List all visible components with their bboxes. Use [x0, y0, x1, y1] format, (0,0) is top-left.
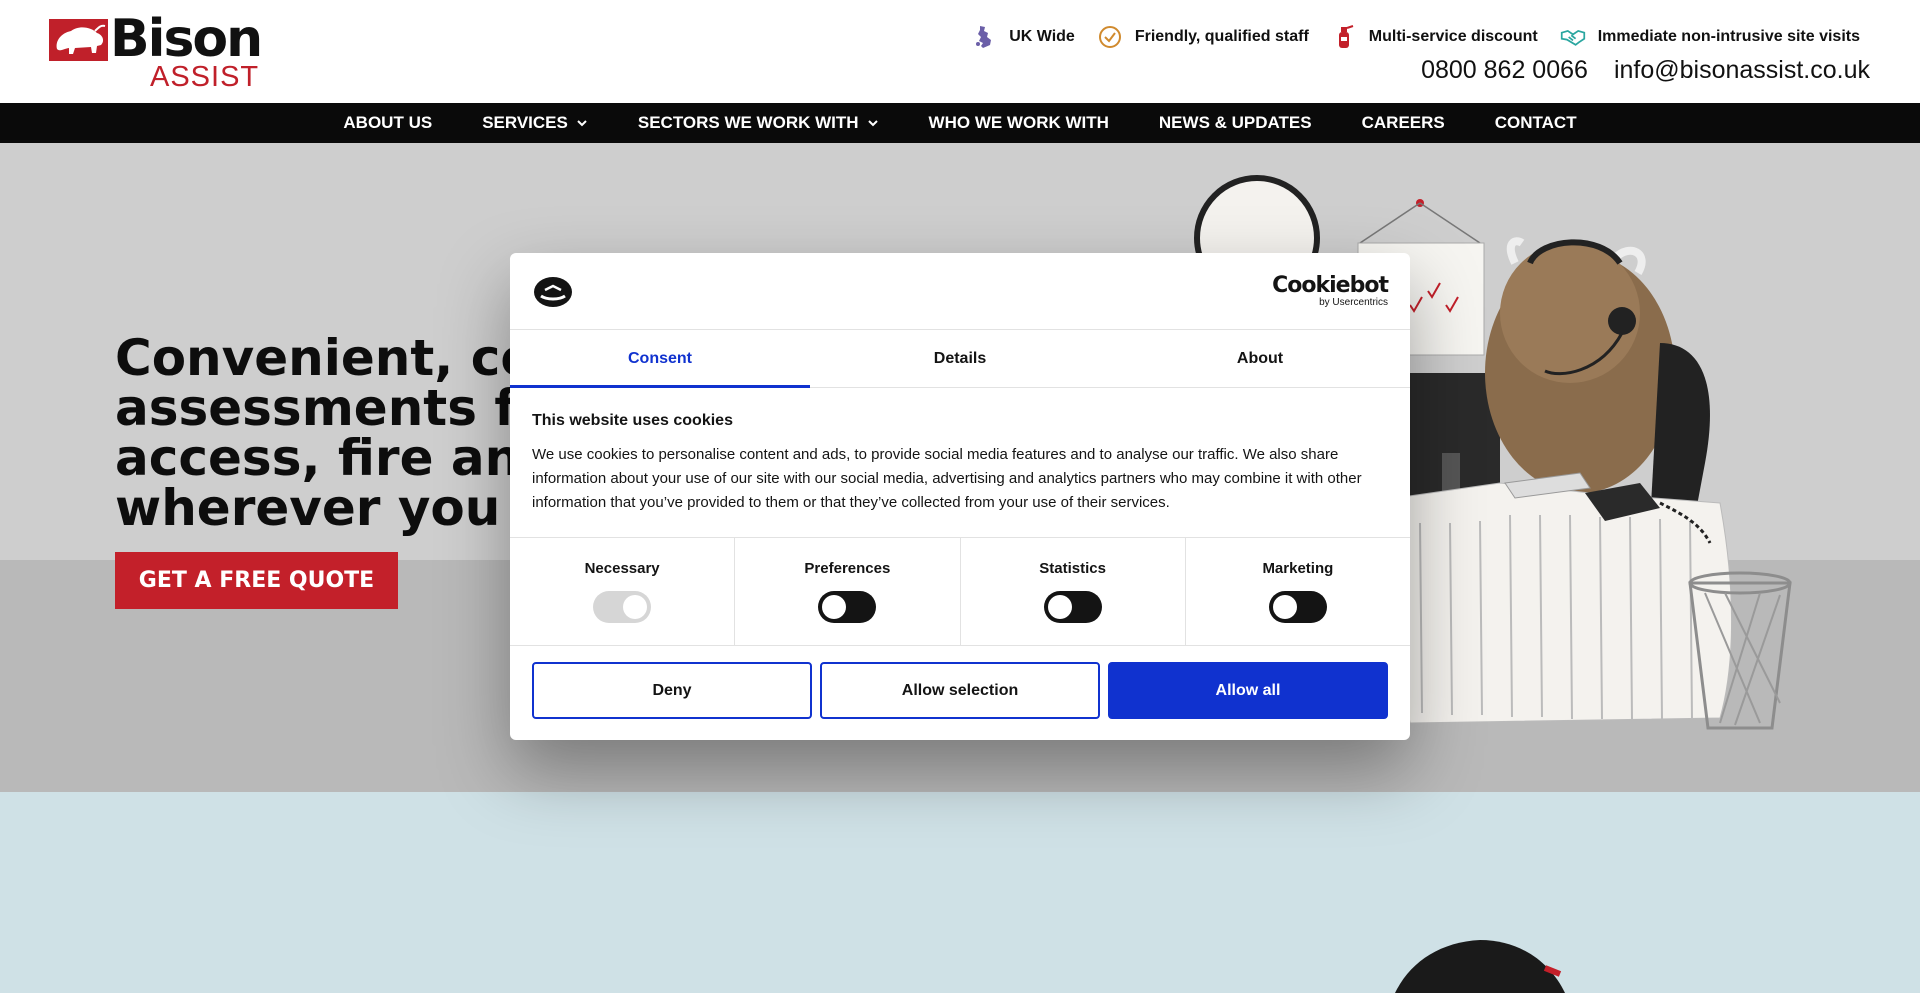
category-label: Marketing [1262, 560, 1334, 577]
dialog-title: This website uses cookies [532, 412, 733, 429]
category-statistics: Statistics [961, 538, 1186, 645]
cookie-consent-dialog: Cookiebot by Usercentrics Consent Detail… [510, 253, 1410, 740]
toggle-knob [1272, 595, 1297, 619]
cookiebot-brand[interactable]: Cookiebot by Usercentrics [1272, 273, 1389, 309]
toggle-knob [1047, 595, 1072, 619]
tab-about[interactable]: About [1110, 330, 1410, 387]
dialog-body: This website uses cookies We use cookies… [510, 388, 1410, 538]
dialog-text: We use cookies to personalise content an… [532, 446, 1362, 511]
cookiebot-logo-icon [534, 277, 572, 307]
toggle-knob [623, 595, 648, 619]
category-preferences: Preferences [735, 538, 961, 645]
toggle-knob [822, 595, 847, 619]
deny-button[interactable]: Deny [532, 662, 812, 719]
cookie-overlay: Cookiebot by Usercentrics Consent Detail… [0, 0, 1920, 993]
dialog-actions: Deny Allow selection Allow all [510, 646, 1410, 735]
marketing-toggle[interactable] [1268, 591, 1327, 623]
brand-sub: by Usercentrics [1319, 297, 1388, 308]
category-label: Preferences [804, 560, 891, 577]
allow-selection-button[interactable]: Allow selection [820, 662, 1100, 719]
category-marketing: Marketing [1186, 538, 1410, 645]
category-necessary: Necessary [510, 538, 736, 645]
dialog-header: Cookiebot by Usercentrics [510, 253, 1410, 330]
category-label: Statistics [1039, 560, 1106, 577]
preferences-toggle[interactable] [818, 591, 877, 623]
brand-name: Cookiebot [1272, 273, 1389, 298]
tab-details[interactable]: Details [810, 330, 1110, 387]
tab-consent[interactable]: Consent [510, 330, 810, 388]
statistics-toggle[interactable] [1043, 591, 1102, 623]
necessary-toggle [593, 591, 652, 623]
dialog-tabs: Consent Details About [510, 330, 1410, 388]
allow-all-button[interactable]: Allow all [1108, 662, 1388, 719]
cookie-categories: Necessary Preferences Statistics Marketi… [510, 538, 1410, 646]
category-label: Necessary [584, 560, 660, 577]
